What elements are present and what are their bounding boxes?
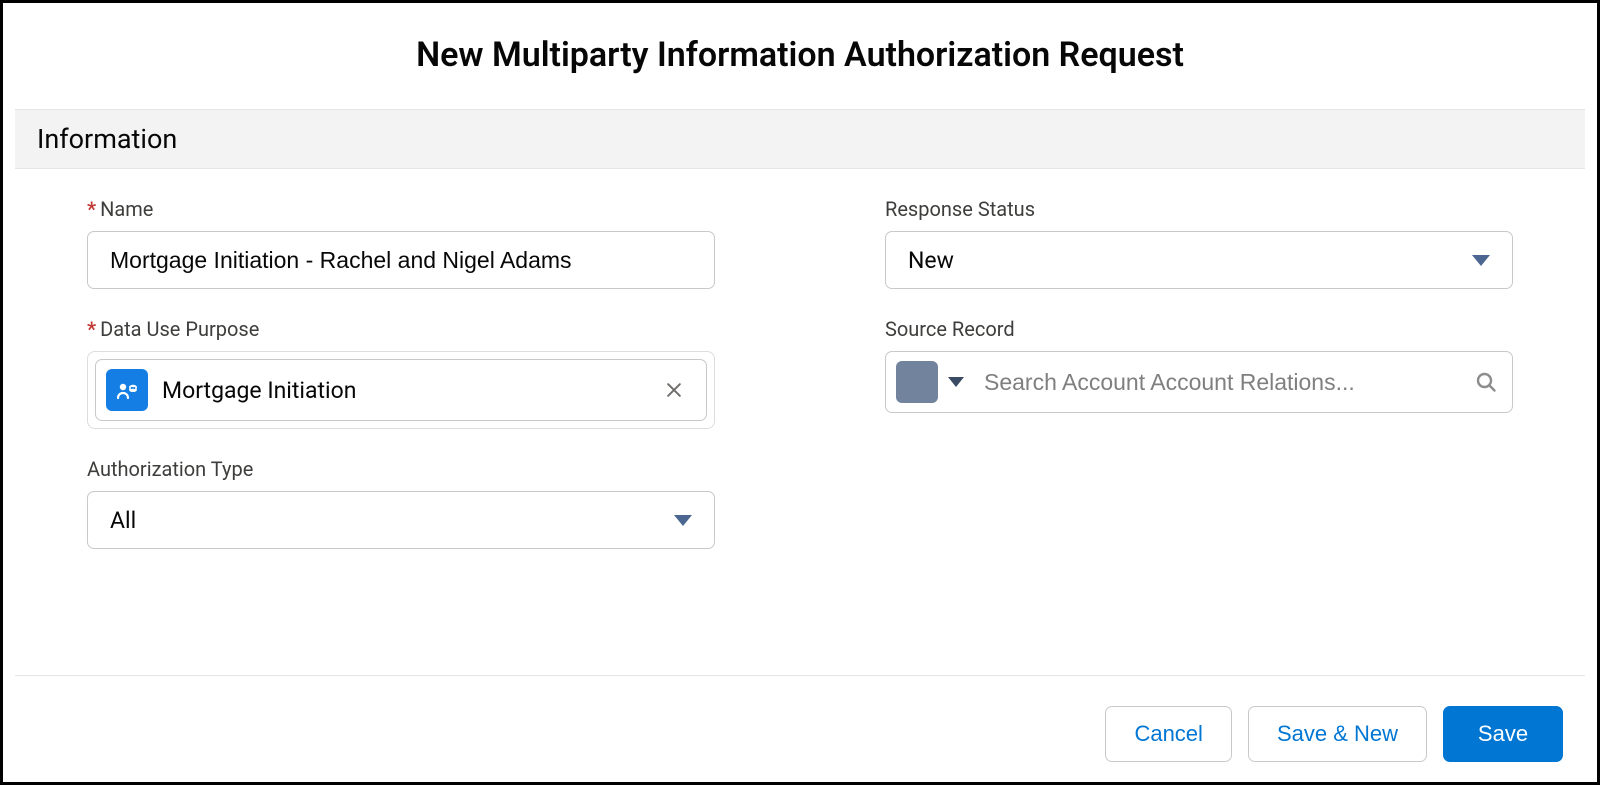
section-header-information: Information: [15, 109, 1585, 169]
data-use-purpose-pill: Mortgage Initiation: [95, 359, 707, 421]
field-name: *Name: [87, 197, 715, 289]
chevron-down-icon: [1472, 255, 1490, 266]
data-use-purpose-icon: [106, 369, 148, 411]
authorization-type-select[interactable]: All: [87, 491, 715, 549]
data-use-purpose-selected: Mortgage Initiation: [162, 377, 644, 404]
dialog-frame: New Multiparty Information Authorization…: [0, 0, 1600, 785]
object-type-selector[interactable]: [886, 352, 974, 412]
required-marker: *: [87, 317, 96, 341]
field-data-use-purpose: *Data Use Purpose: [87, 317, 715, 429]
dialog-footer: Cancel Save & New Save: [15, 675, 1585, 770]
field-source-record: Source Record: [885, 317, 1513, 413]
form-body: *Name *Data Use Purpose: [15, 169, 1585, 675]
remove-pill-button[interactable]: [658, 374, 690, 406]
authorization-type-label: Authorization Type: [87, 457, 715, 481]
field-authorization-type: Authorization Type All: [87, 457, 715, 549]
data-use-purpose-label-text: Data Use Purpose: [100, 317, 259, 341]
object-icon: [896, 361, 938, 403]
search-icon: [1460, 352, 1512, 412]
cancel-button[interactable]: Cancel: [1105, 706, 1231, 762]
authorization-type-value: All: [110, 507, 136, 534]
response-status-select[interactable]: New: [885, 231, 1513, 289]
source-record-label: Source Record: [885, 317, 1513, 341]
save-button[interactable]: Save: [1443, 706, 1563, 762]
chevron-down-icon: [948, 377, 964, 387]
save-and-new-button[interactable]: Save & New: [1248, 706, 1427, 762]
name-input[interactable]: [87, 231, 715, 289]
field-response-status: Response Status New: [885, 197, 1513, 289]
close-icon: [664, 380, 684, 400]
required-marker: *: [87, 197, 96, 221]
response-status-label: Response Status: [885, 197, 1513, 221]
left-column: *Name *Data Use Purpose: [37, 197, 765, 675]
chevron-down-icon: [674, 515, 692, 526]
data-use-purpose-label: *Data Use Purpose: [87, 317, 715, 341]
source-record-lookup: [885, 351, 1513, 413]
dialog-title: New Multiparty Information Authorization…: [15, 13, 1585, 109]
source-record-input[interactable]: [974, 352, 1460, 412]
response-status-value: New: [908, 247, 954, 274]
data-use-purpose-lookup[interactable]: Mortgage Initiation: [87, 351, 715, 429]
right-column: Response Status New Source Record: [835, 197, 1563, 675]
name-label: *Name: [87, 197, 715, 221]
name-label-text: Name: [100, 197, 153, 221]
